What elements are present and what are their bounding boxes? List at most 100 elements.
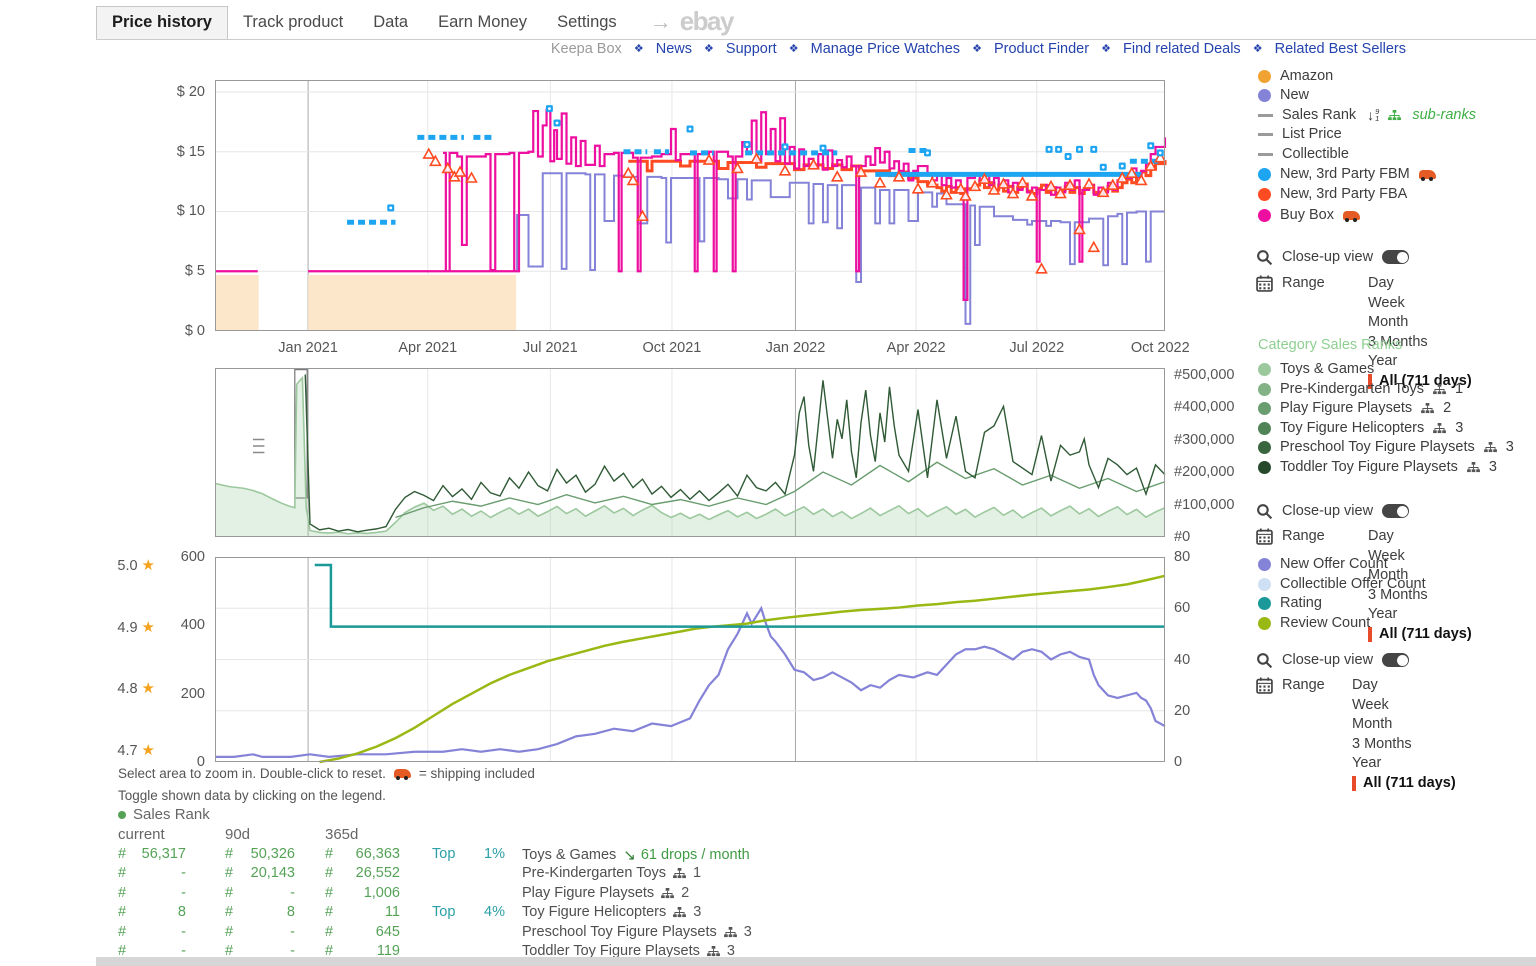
rank-365d: 1,006	[333, 885, 400, 901]
legend-item-pre-kindergarten[interactable]: Pre-Kindergarten Toys 1	[1258, 380, 1463, 398]
link-product-finder[interactable]: Product Finder	[994, 41, 1089, 57]
legend-item-collectible[interactable]: Collectible	[1258, 145, 1349, 163]
legend-item-new-offer-count[interactable]: New Offer Count	[1258, 555, 1388, 573]
sitemap-icon	[661, 888, 674, 899]
range-option-day[interactable]: Day	[1368, 527, 1472, 547]
range-option-year[interactable]: Year	[1352, 754, 1456, 774]
axis-tick: 4.9★	[117, 618, 155, 636]
legend-item-list-price[interactable]: List Price	[1258, 125, 1342, 143]
link-news[interactable]: News	[656, 41, 692, 57]
legend-item-play-figure-playsets[interactable]: Play Figure Playsets 2	[1258, 399, 1451, 417]
range-option-month[interactable]: Month	[1368, 313, 1472, 333]
axis-tick: Oct 2022	[1131, 340, 1190, 356]
magnifier-icon	[1256, 652, 1273, 669]
tab-data[interactable]: Data	[358, 7, 423, 39]
calendar-icon	[1256, 275, 1273, 292]
axis-tick: 80	[1174, 549, 1190, 565]
category-name: Play Figure Playsets 2	[522, 885, 689, 901]
legend-item-preschool-playsets[interactable]: Preschool Toy Figure Playsets 3	[1258, 438, 1514, 456]
legend-label: Collectible	[1282, 146, 1349, 162]
drops-per-month: ↘61 drops / month	[623, 846, 749, 864]
calendar-icon	[1256, 677, 1273, 694]
bottom-scrollbar[interactable]	[96, 957, 1536, 966]
close-up-toggle[interactable]	[1382, 250, 1409, 264]
star-icon: ★	[142, 742, 155, 759]
diamond-icon: ❖	[972, 43, 982, 55]
hash: #	[225, 885, 233, 901]
legend-label: Amazon	[1280, 68, 1333, 84]
link-find-related-deals[interactable]: Find related Deals	[1123, 41, 1241, 57]
range-option-week[interactable]: Week	[1352, 696, 1456, 716]
legend-label: Toys & Games	[1280, 361, 1374, 377]
legend-item-amazon[interactable]: Amazon	[1258, 67, 1333, 85]
axis-tick: Jan 2022	[766, 340, 826, 356]
legend-item-fba[interactable]: New, 3rd Party FBA	[1258, 185, 1407, 203]
category-color-dot	[1258, 422, 1271, 435]
close-up-toggle[interactable]	[1382, 504, 1409, 518]
range-selected-marker	[1352, 776, 1356, 791]
legend-label: New, 3rd Party FBM	[1280, 166, 1410, 182]
legend-item-buy-box[interactable]: Buy Box	[1258, 206, 1360, 224]
category-color-dot	[1258, 461, 1271, 474]
review-color-dot	[1258, 617, 1271, 630]
legend-item-sales-rank[interactable]: Sales Rank ↓91 sub-ranks	[1258, 106, 1476, 124]
range-option-all[interactable]: All (711 days)	[1352, 774, 1456, 794]
hash: #	[118, 904, 126, 920]
link-manage-price-watches[interactable]: Manage Price Watches	[811, 41, 960, 57]
magnifier-icon	[1256, 503, 1273, 520]
tab-track-product[interactable]: Track product	[228, 7, 358, 39]
range-option-3months[interactable]: 3 Months	[1352, 735, 1456, 755]
legend-item-rating[interactable]: Rating	[1258, 594, 1322, 612]
top-label: Top	[432, 846, 455, 862]
price-history-chart[interactable]: $ 20$ 15$ 10$ 5$ 0Jan 2021Apr 2021Jul 20…	[215, 80, 1165, 331]
axis-tick: $ 20	[177, 84, 205, 100]
axis-tick: #400,000	[1174, 399, 1234, 415]
axis-tick: #500,000	[1174, 367, 1234, 383]
rating-review-chart-canvas	[215, 557, 1165, 762]
legend-item-collectible-offer-count[interactable]: Collectible Offer Count	[1258, 575, 1426, 593]
legend-item-toys-games[interactable]: Toys & Games	[1258, 360, 1374, 378]
category-name: Pre-Kindergarten Toys 1	[522, 865, 701, 881]
legend-label: Sales Rank	[1282, 107, 1356, 123]
hash: #	[118, 924, 126, 940]
legend-item-toy-figure-helicopters[interactable]: Toy Figure Helicopters 3	[1258, 419, 1463, 437]
sales-rank-chart[interactable]: #500,000#400,000#300,000#200,000#100,000…	[215, 368, 1165, 537]
collectible-dash	[1258, 153, 1273, 156]
hash: #	[325, 904, 333, 920]
axis-tick: 600	[181, 549, 205, 565]
link-related-best-sellers[interactable]: Related Best Sellers	[1275, 41, 1406, 57]
rating-review-chart[interactable]: 5.0★4.9★4.8★4.7★6004002000806040200	[215, 557, 1165, 762]
close-up-toggle[interactable]	[1382, 653, 1409, 667]
sitemap-icon	[707, 946, 720, 957]
range-option-all[interactable]: All (711 days)	[1368, 625, 1472, 645]
range-option-day[interactable]: Day	[1352, 676, 1456, 696]
tab-earn-money[interactable]: Earn Money	[423, 7, 542, 39]
tab-price-history[interactable]: Price history	[96, 6, 228, 39]
sub-ranks-link[interactable]: sub-ranks	[1412, 107, 1476, 123]
fba-color-dot	[1258, 188, 1271, 201]
axis-tick: 0	[1174, 754, 1182, 770]
col-365d: 365d	[325, 826, 358, 843]
legend-item-toddler-playsets[interactable]: Toddler Toy Figure Playsets 3	[1258, 458, 1497, 476]
range-option-day[interactable]: Day	[1368, 274, 1472, 294]
range-control: Range	[1256, 527, 1325, 545]
axis-tick: $ 0	[185, 323, 205, 339]
link-support[interactable]: Support	[726, 41, 777, 57]
shipping-car-icon	[1419, 170, 1436, 179]
axis-tick: #0	[1174, 529, 1190, 545]
list-price-dash	[1258, 133, 1273, 136]
range-option-month[interactable]: Month	[1352, 715, 1456, 735]
ebay-logo[interactable]: ebay	[680, 6, 763, 39]
range-option-year[interactable]: Year	[1368, 352, 1472, 372]
rank-90d: -	[233, 885, 295, 901]
legend-item-review-count[interactable]: Review Count	[1258, 614, 1370, 632]
legend-item-new[interactable]: New	[1258, 86, 1309, 104]
legend-item-fbm[interactable]: New, 3rd Party FBM	[1258, 165, 1436, 183]
close-up-label: Close-up view	[1282, 503, 1373, 519]
rank-current: -	[126, 924, 186, 940]
tab-settings[interactable]: Settings	[542, 7, 632, 39]
range-option-year[interactable]: Year	[1368, 605, 1472, 625]
range-option-week[interactable]: Week	[1368, 294, 1472, 314]
amazon-color-dot	[1258, 70, 1271, 83]
axis-tick: Apr 2021	[398, 340, 457, 356]
